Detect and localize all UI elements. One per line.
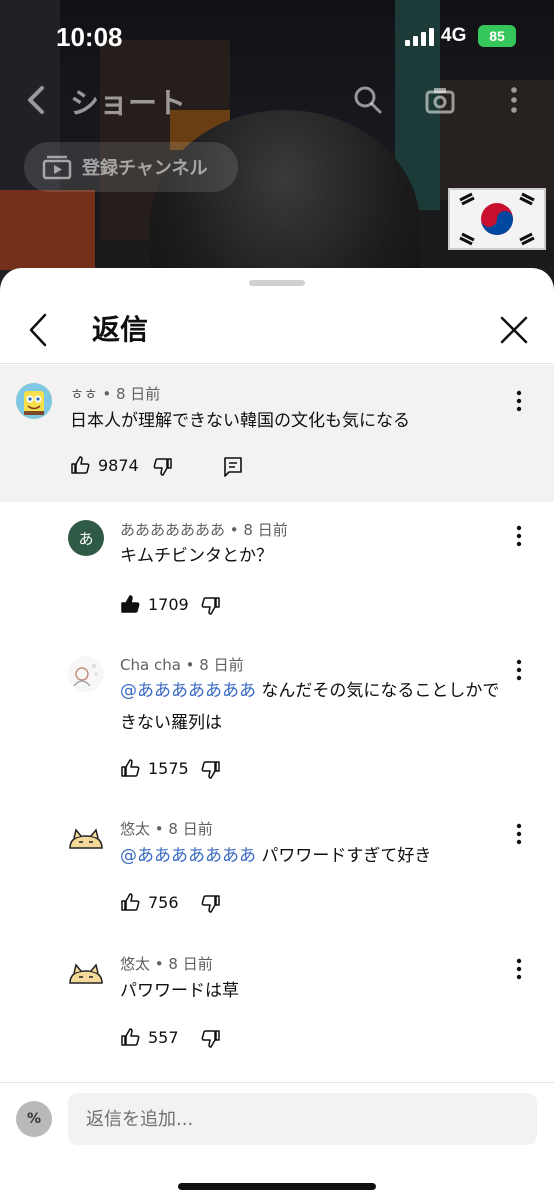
parent-comment: ㅎㅎ • 8 日前 日本人が理解できない韓国の文化も気になる 9874	[0, 365, 554, 502]
like-count: 756	[148, 892, 179, 912]
avatar[interactable]: あ	[68, 520, 104, 556]
home-indicator[interactable]	[178, 1183, 376, 1190]
comment-author[interactable]: 悠太	[120, 955, 150, 973]
battery-indicator: 85	[478, 25, 516, 47]
comment-author[interactable]: ㅎㅎ	[70, 385, 98, 403]
shorts-top-nav: ショート	[0, 72, 554, 128]
like-filled-icon	[121, 595, 140, 613]
comment-author[interactable]: 悠太	[120, 820, 150, 838]
comment-text: キムチビンタとか？	[120, 540, 510, 572]
cat-avatar-icon	[69, 963, 103, 984]
close-icon[interactable]	[498, 314, 530, 346]
more-icon[interactable]	[509, 822, 529, 846]
more-icon[interactable]	[509, 658, 529, 682]
dislike-icon[interactable]	[201, 596, 221, 616]
avatar[interactable]	[66, 822, 106, 858]
shorts-title: ショート	[70, 86, 187, 120]
like-count: 557	[148, 1027, 179, 1047]
korean-flag-sign	[448, 188, 546, 250]
like-button[interactable]: 756	[120, 892, 179, 912]
dislike-icon[interactable]	[201, 894, 221, 914]
back-icon[interactable]	[26, 312, 52, 348]
dislike-icon[interactable]	[153, 457, 173, 477]
more-icon[interactable]	[509, 957, 529, 981]
comment-meta: あああああああ • 8 日前	[120, 521, 288, 539]
drag-handle[interactable]	[249, 280, 305, 286]
comment-author[interactable]: Cha cha	[120, 656, 181, 674]
comment-age: 8 日前	[116, 385, 161, 403]
comment-meta: ㅎㅎ • 8 日前	[70, 385, 161, 403]
camera-icon[interactable]	[424, 84, 456, 116]
dislike-icon[interactable]	[201, 760, 221, 780]
like-icon	[121, 1028, 140, 1046]
like-button[interactable]: 9874	[70, 455, 139, 475]
like-button[interactable]: 1709	[120, 594, 189, 614]
search-icon[interactable]	[352, 84, 384, 116]
sponge-avatar-icon	[16, 383, 52, 419]
comment-text: @あああああああ なんだその気になることしかできない羅列は	[120, 675, 515, 739]
more-icon[interactable]	[509, 524, 529, 548]
sheet-header: 返信	[0, 296, 554, 364]
signal-icon	[405, 28, 435, 46]
reply-item: 悠太 • 8 日前 パワワードは草 557	[0, 943, 554, 1073]
back-icon[interactable]	[22, 82, 52, 118]
my-avatar-glyph: %	[26, 1111, 42, 1127]
network-type: 4G	[441, 25, 467, 46]
like-button[interactable]: 557	[120, 1027, 179, 1047]
comment-author[interactable]: あああああああ	[120, 521, 225, 539]
comment-body: キムチビンタとか？	[120, 546, 273, 566]
subscriptions-icon	[42, 155, 72, 180]
reply-input[interactable]	[68, 1093, 537, 1145]
subscriptions-chip[interactable]: 登録チャンネル	[24, 142, 238, 192]
my-avatar[interactable]: %	[16, 1101, 52, 1137]
more-icon[interactable]	[498, 84, 530, 116]
sketch-avatar-icon	[73, 664, 98, 687]
reply-item: あ あああああああ • 8 日前 キムチビンタとか？ 1709	[0, 502, 554, 637]
replies-sheet: 返信 ㅎㅎ • 8 日前 日本人が理解できない韓国の文化も気になる 9874 あ…	[0, 268, 554, 1200]
dislike-icon[interactable]	[201, 1029, 221, 1049]
like-count: 1709	[148, 594, 189, 614]
cat-avatar-icon	[69, 828, 103, 849]
sheet-title: 返信	[92, 313, 149, 346]
reply-item: Cha cha • 8 日前 @あああああああ なんだその気になることしかできな…	[0, 640, 554, 800]
avatar[interactable]	[66, 957, 106, 993]
mention-link[interactable]: @あああああああ	[120, 681, 256, 701]
like-button[interactable]: 1575	[120, 758, 189, 778]
comment-meta: Cha cha • 8 日前	[120, 656, 244, 674]
comment-meta: 悠太 • 8 日前	[120, 955, 213, 973]
reply-item: 悠太 • 8 日前 @あああああああ パワワードすぎて好き 756	[0, 808, 554, 938]
comment-age: 8 日前	[243, 521, 288, 539]
reply-input-bar: %	[0, 1082, 554, 1200]
subscriptions-label: 登録チャンネル	[82, 158, 208, 179]
like-icon	[121, 759, 140, 777]
comment-body: パワワードは草	[120, 981, 239, 1001]
comment-meta: 悠太 • 8 日前	[120, 820, 213, 838]
comment-text: @あああああああ パワワードすぎて好き	[120, 840, 515, 872]
reply-icon[interactable]	[223, 456, 243, 478]
battery-level: 85	[489, 28, 505, 44]
comment-body: パワワードすぎて好き	[261, 846, 432, 866]
comment-age: 8 日前	[168, 820, 213, 838]
more-icon[interactable]	[509, 389, 529, 413]
status-bar: 10:08 4G 85	[0, 0, 554, 72]
like-count: 9874	[98, 455, 139, 475]
comment-text: 日本人が理解できない韓国の文化も気になる	[70, 411, 410, 431]
avatar-letter: あ	[78, 529, 94, 548]
comment-age: 8 日前	[168, 955, 213, 973]
like-icon	[121, 893, 140, 911]
comment-age: 8 日前	[199, 656, 244, 674]
like-icon	[71, 456, 90, 474]
avatar[interactable]	[68, 656, 104, 692]
like-count: 1575	[148, 758, 189, 778]
avatar[interactable]	[16, 383, 52, 419]
comment-text: パワワードは草	[120, 975, 515, 1007]
status-time: 10:08	[56, 22, 123, 52]
mention-link[interactable]: @あああああああ	[120, 846, 256, 866]
